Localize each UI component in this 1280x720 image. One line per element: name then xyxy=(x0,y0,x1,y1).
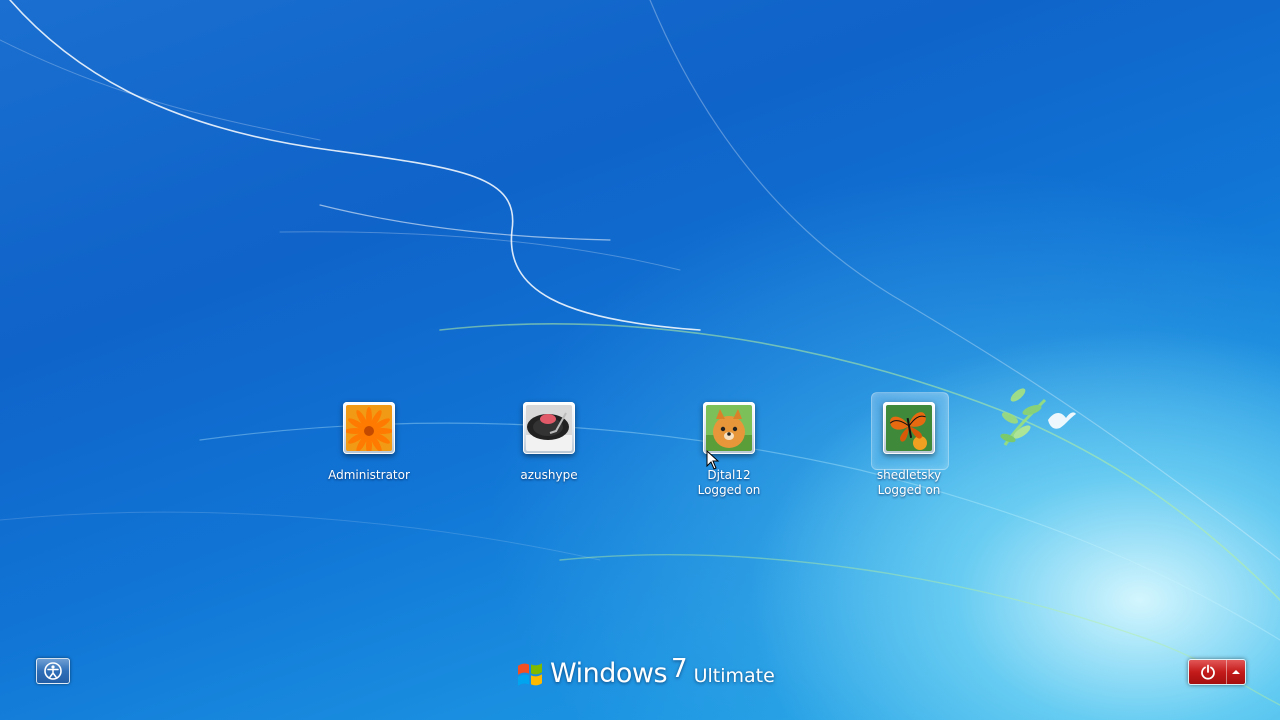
user-tile-shedletsky[interactable]: shedletsky Logged on xyxy=(829,392,989,498)
butterfly-avatar xyxy=(886,405,932,451)
mouse-cursor-icon xyxy=(706,450,720,470)
user-avatar-frame[interactable] xyxy=(343,402,395,454)
orange-flower-avatar xyxy=(346,405,392,451)
user-tile-azushype[interactable]: azushype xyxy=(469,398,629,483)
user-name: Administrator xyxy=(328,468,410,482)
windows-version: 7 xyxy=(671,654,688,684)
user-name: Djtal12 xyxy=(707,468,751,482)
turntable-avatar xyxy=(526,405,572,451)
windows-branding: Windows 7 Ultimate xyxy=(516,654,775,691)
power-icon xyxy=(1200,664,1215,680)
shutdown-options-button[interactable] xyxy=(1227,660,1245,684)
shutdown-button-group xyxy=(1188,659,1246,685)
leaf-bird-decoration xyxy=(1000,388,1076,446)
ease-of-access-icon xyxy=(44,662,62,680)
user-status: Logged on xyxy=(697,483,761,497)
wallpaper-art xyxy=(0,0,1280,706)
ease-of-access-button[interactable] xyxy=(36,658,70,684)
user-avatar-frame[interactable] xyxy=(523,402,575,454)
windows-edition: Ultimate xyxy=(693,665,775,687)
user-status: Logged on xyxy=(877,483,941,497)
shutdown-button[interactable] xyxy=(1189,660,1227,684)
user-avatar-frame[interactable] xyxy=(703,402,755,454)
user-name: shedletsky xyxy=(876,468,942,482)
pomeranian-dog-avatar xyxy=(706,405,752,451)
user-tile-administrator[interactable]: Administrator xyxy=(289,398,449,483)
user-avatar-frame[interactable] xyxy=(883,402,935,454)
user-name: azushype xyxy=(520,468,578,482)
triangle-up-icon xyxy=(1232,670,1240,674)
user-tile-djtal12[interactable]: Djtal12 Logged on xyxy=(649,398,809,498)
windows-logo-icon xyxy=(518,663,542,686)
windows-wordmark: Windows xyxy=(550,657,668,689)
